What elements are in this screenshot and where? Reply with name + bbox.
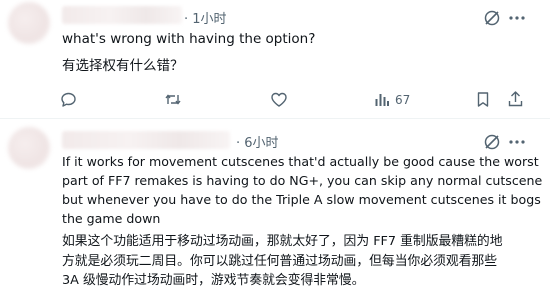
avatar[interactable] <box>8 127 50 169</box>
reply-1[interactable]: · 1小时 what's wrong with having the optio… <box>0 0 550 118</box>
repost-icon[interactable] <box>164 91 182 108</box>
views-icon[interactable] <box>374 92 390 108</box>
bookmark-icon[interactable] <box>475 91 491 108</box>
share-icon[interactable] <box>507 90 524 108</box>
more-options-icon[interactable] <box>508 133 526 151</box>
author-name-blurred[interactable] <box>62 131 230 149</box>
like-icon[interactable] <box>270 91 288 108</box>
post-time[interactable]: · 6小时 <box>236 132 279 151</box>
reply-text-original: If it works for movement cutscenes that'… <box>62 154 543 226</box>
reply-text-translation: 有选择权有什么错？ <box>62 58 184 74</box>
grok-icon[interactable] <box>483 9 501 27</box>
reply-text-original: what's wrong with having the option? <box>62 31 316 47</box>
more-options-icon[interactable] <box>508 9 526 27</box>
reply-text-translation: 如果这个功能适用于移动过场动画，那就太好了，因为 FF7 重制版最糟糕的地 方就… <box>62 234 503 288</box>
avatar[interactable] <box>8 2 50 44</box>
reply-2[interactable]: · 6小时 If it works for movement cutscenes… <box>0 119 550 296</box>
post-time[interactable]: · 1小时 <box>184 8 227 27</box>
views-count: 67 <box>395 93 411 107</box>
grok-icon[interactable] <box>483 133 501 151</box>
reply-icon[interactable] <box>60 91 77 108</box>
author-name-blurred[interactable] <box>62 6 182 24</box>
